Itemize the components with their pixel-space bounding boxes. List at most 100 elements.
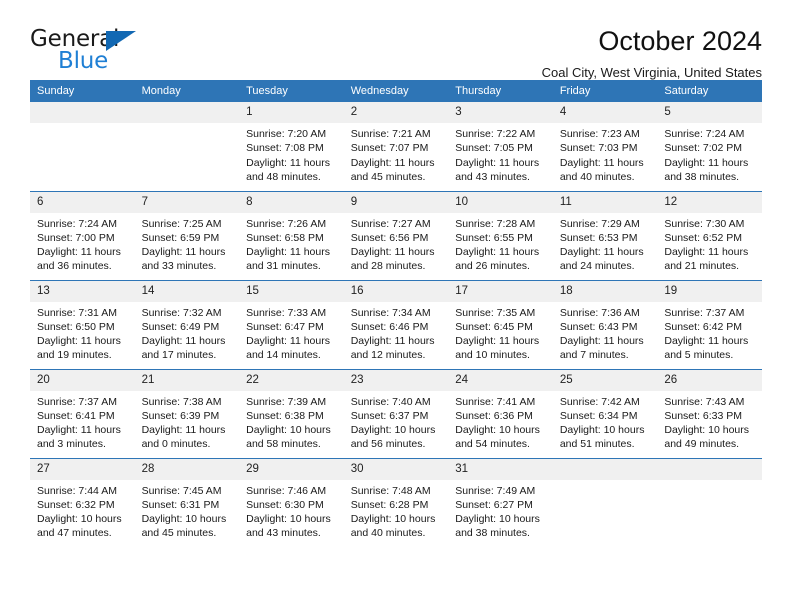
- sunset-text: Sunset: 6:39 PM: [141, 409, 220, 422]
- sunrise-text: Sunrise: 7:25 AM: [141, 217, 222, 230]
- calendar-day-cell[interactable]: 20 Sunrise: 7:37 AM Sunset: 6:41 PM Dayligh…: [30, 368, 135, 458]
- calendar-day-cell-empty: [657, 457, 762, 547]
- day-details: Sunrise: 7:45 AM Sunset: 6:31 PM Daylight:…: [135, 480, 240, 541]
- sunset-text: Sunset: 6:56 PM: [350, 231, 429, 244]
- day-number: 21: [134, 369, 240, 391]
- logo-text-blue: Blue: [58, 48, 109, 74]
- day-number: 18: [552, 280, 658, 302]
- sunrise-text: Sunrise: 7:46 AM: [246, 484, 327, 497]
- day-number: 2: [343, 102, 449, 123]
- sunset-text: Sunset: 6:38 PM: [246, 409, 324, 422]
- day-number: 19: [657, 280, 762, 302]
- daylight-text-line2: and 28 minutes.: [350, 260, 426, 273]
- daylight-text-line2: and 47 minutes.: [37, 527, 112, 540]
- calendar-day-cell[interactable]: 16 Sunrise: 7:34 AM Sunset: 6:46 PM Dayligh…: [343, 279, 449, 369]
- day-number: 25: [552, 369, 658, 391]
- daylight-text-line2: and 58 minutes.: [246, 438, 321, 451]
- day-number: 13: [30, 280, 135, 302]
- calendar-day-cell[interactable]: 11 Sunrise: 7:29 AM Sunset: 6:53 PM Dayligh…: [552, 190, 658, 280]
- day-number: 10: [448, 191, 553, 213]
- calendar-day-cell[interactable]: 24 Sunrise: 7:41 AM Sunset: 6:36 PM Dayligh…: [448, 368, 553, 458]
- day-details: Sunrise: 7:46 AM Sunset: 6:30 PM Daylight:…: [239, 480, 344, 541]
- daylight-text-line1: Daylight: 11 hours: [141, 335, 226, 348]
- calendar-day-cell[interactable]: 29 Sunrise: 7:46 AM Sunset: 6:30 PM Dayligh…: [239, 457, 344, 547]
- sunset-text: Sunset: 6:50 PM: [37, 320, 115, 333]
- daylight-text-line2: and 54 minutes.: [455, 438, 530, 451]
- calendar-day-cell[interactable]: 26 Sunrise: 7:43 AM Sunset: 6:33 PM Dayligh…: [657, 368, 762, 458]
- calendar-day-cell[interactable]: 9 Sunrise: 7:27 AM Sunset: 6:56 PM Daylight…: [343, 190, 449, 280]
- sunrise-text: Sunrise: 7:37 AM: [37, 395, 117, 408]
- sunset-text: Sunset: 6:49 PM: [141, 320, 220, 333]
- sunrise-text: Sunrise: 7:39 AM: [246, 395, 327, 408]
- daylight-text-line2: and 14 minutes.: [246, 349, 321, 362]
- day-details: Sunrise: 7:29 AM Sunset: 6:53 PM Daylight:…: [553, 213, 658, 274]
- day-number: 5: [657, 102, 762, 123]
- calendar-day-cell[interactable]: 10 Sunrise: 7:28 AM Sunset: 6:55 PM Dayligh…: [448, 190, 553, 280]
- daylight-text-line1: Daylight: 11 hours: [246, 156, 330, 169]
- day-number: 30: [343, 458, 449, 480]
- day-number: 4: [552, 102, 658, 123]
- calendar-day-cell[interactable]: 28 Sunrise: 7:45 AM Sunset: 6:31 PM Dayligh…: [134, 457, 240, 547]
- general-blue-logo[interactable]: General Blue: [30, 26, 148, 74]
- sunset-text: Sunset: 6:45 PM: [455, 320, 533, 333]
- sunset-text: Sunset: 6:53 PM: [559, 231, 638, 244]
- sunrise-text: Sunrise: 7:33 AM: [246, 306, 327, 319]
- calendar-day-cell[interactable]: 22 Sunrise: 7:39 AM Sunset: 6:38 PM Dayligh…: [239, 368, 344, 458]
- calendar-day-cell[interactable]: 21 Sunrise: 7:38 AM Sunset: 6:39 PM Dayligh…: [134, 368, 240, 458]
- calendar-day-cell[interactable]: 23 Sunrise: 7:40 AM Sunset: 6:37 PM Dayligh…: [343, 368, 449, 458]
- calendar-day-cell[interactable]: 5 Sunrise: 7:24 AM Sunset: 7:02 PM Daylight…: [657, 102, 762, 191]
- daylight-text-line2: and 45 minutes.: [141, 527, 217, 540]
- calendar-day-cell[interactable]: 3 Sunrise: 7:22 AM Sunset: 7:05 PM Daylight…: [448, 102, 553, 191]
- calendar-day-cell[interactable]: 30 Sunrise: 7:48 AM Sunset: 6:28 PM Dayligh…: [343, 457, 449, 547]
- calendar-day-cell[interactable]: 6 Sunrise: 7:24 AM Sunset: 7:00 PM Daylight…: [30, 190, 135, 280]
- day-details: Sunrise: 7:24 AM Sunset: 7:00 PM Daylight:…: [30, 213, 135, 274]
- calendar-day-cell-empty: [134, 102, 240, 191]
- day-details: Sunrise: 7:37 AM Sunset: 6:41 PM Daylight:…: [30, 391, 135, 452]
- calendar-day-cell[interactable]: 31 Sunrise: 7:49 AM Sunset: 6:27 PM Dayligh…: [448, 457, 553, 547]
- day-details: Sunrise: 7:38 AM Sunset: 6:39 PM Daylight:…: [135, 391, 240, 452]
- daylight-text-line1: Daylight: 11 hours: [455, 246, 540, 259]
- calendar-day-cell[interactable]: 12 Sunrise: 7:30 AM Sunset: 6:52 PM Dayligh…: [657, 190, 762, 280]
- daylight-text-line1: Daylight: 11 hours: [559, 246, 644, 259]
- day-number: 14: [134, 280, 240, 302]
- weekday-header-monday: Monday: [134, 80, 240, 102]
- calendar-day-cell[interactable]: 14 Sunrise: 7:32 AM Sunset: 6:49 PM Dayligh…: [134, 279, 240, 369]
- sunset-text: Sunset: 6:41 PM: [37, 409, 115, 422]
- sunset-text: Sunset: 6:37 PM: [350, 409, 429, 422]
- calendar-day-cell[interactable]: 4 Sunrise: 7:23 AM Sunset: 7:03 PM Daylight…: [552, 102, 658, 191]
- calendar-day-cell[interactable]: 27 Sunrise: 7:44 AM Sunset: 6:32 PM Dayligh…: [30, 457, 135, 547]
- day-details: Sunrise: 7:41 AM Sunset: 6:36 PM Daylight:…: [448, 391, 553, 452]
- daylight-text-line2: and 38 minutes.: [664, 170, 740, 183]
- daylight-text-line1: Daylight: 11 hours: [664, 156, 749, 169]
- calendar-day-cell[interactable]: 25 Sunrise: 7:42 AM Sunset: 6:34 PM Dayligh…: [552, 368, 658, 458]
- sunrise-text: Sunrise: 7:23 AM: [559, 128, 640, 140]
- daylight-text-line2: and 43 minutes.: [455, 170, 530, 183]
- sunrise-text: Sunrise: 7:21 AM: [350, 128, 431, 140]
- calendar-day-cell[interactable]: 17 Sunrise: 7:35 AM Sunset: 6:45 PM Dayligh…: [448, 279, 553, 369]
- sunrise-text: Sunrise: 7:34 AM: [350, 306, 431, 319]
- weekday-header-thursday: Thursday: [448, 80, 553, 102]
- day-number: [657, 458, 762, 480]
- daylight-text-line1: Daylight: 11 hours: [455, 335, 540, 348]
- calendar-day-cell[interactable]: 13 Sunrise: 7:31 AM Sunset: 6:50 PM Dayligh…: [30, 279, 135, 369]
- calendar-day-cell[interactable]: 15 Sunrise: 7:33 AM Sunset: 6:47 PM Dayligh…: [239, 279, 344, 369]
- daylight-text-line1: Daylight: 10 hours: [246, 424, 331, 437]
- sunrise-text: Sunrise: 7:24 AM: [37, 217, 117, 230]
- sunset-text: Sunset: 6:52 PM: [664, 231, 743, 244]
- daylight-text-line2: and 3 minutes.: [37, 438, 106, 451]
- calendar-day-cell[interactable]: 8 Sunrise: 7:26 AM Sunset: 6:58 PM Daylight…: [239, 190, 344, 280]
- sunset-text: Sunset: 6:46 PM: [350, 320, 429, 333]
- calendar-day-cell[interactable]: 7 Sunrise: 7:25 AM Sunset: 6:59 PM Daylight…: [134, 190, 240, 280]
- sunrise-text: Sunrise: 7:36 AM: [559, 306, 640, 319]
- day-number: 26: [657, 369, 762, 391]
- calendar-day-cell[interactable]: 18 Sunrise: 7:36 AM Sunset: 6:43 PM Dayligh…: [552, 279, 658, 369]
- sunset-text: Sunset: 7:03 PM: [559, 142, 638, 155]
- page-subtitle: Coal City, West Virginia, United States: [541, 65, 762, 80]
- calendar-day-cell[interactable]: 19 Sunrise: 7:37 AM Sunset: 6:42 PM Dayligh…: [657, 279, 762, 369]
- day-details: Sunrise: 7:35 AM Sunset: 6:45 PM Daylight:…: [448, 302, 553, 363]
- day-number: 23: [343, 369, 449, 391]
- calendar-day-cell[interactable]: 1 Sunrise: 7:20 AM Sunset: 7:08 PM Daylight…: [239, 102, 344, 191]
- calendar-day-cell[interactable]: 2 Sunrise: 7:21 AM Sunset: 7:07 PM Daylight…: [343, 102, 449, 191]
- sunrise-text: Sunrise: 7:41 AM: [455, 395, 536, 408]
- calendar-week-row: 6 Sunrise: 7:24 AM Sunset: 7:00 PM Daylight…: [30, 190, 762, 280]
